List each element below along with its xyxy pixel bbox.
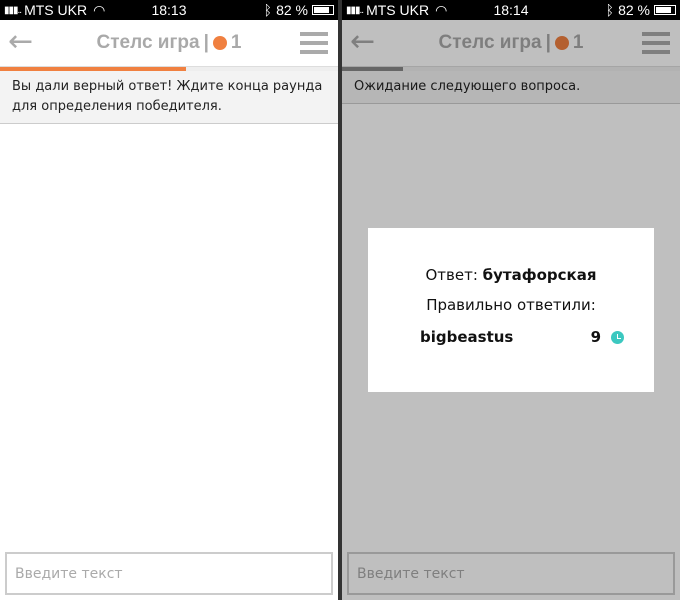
title-text: Стелс игра xyxy=(96,32,200,53)
status-bar: ▮▮▮.. MTS UKR ◠ 18:13 ᛒ 82 % xyxy=(0,0,338,20)
header: ← Стелс игра | 1 xyxy=(0,20,338,67)
menu-icon[interactable] xyxy=(300,32,328,59)
header: ← Стелс игра | 1 xyxy=(342,20,680,67)
correct-label: Правильно ответили: xyxy=(426,296,596,314)
page-title: Стелс игра | 1 xyxy=(97,32,242,54)
bluetooth-icon: ᛒ xyxy=(605,2,615,18)
player-score: 9 xyxy=(590,328,601,346)
text-input[interactable]: Введите текст xyxy=(347,552,675,595)
player-count: 1 xyxy=(230,32,242,53)
clock-icon xyxy=(611,330,624,344)
answer-value: бутафорская xyxy=(482,266,597,284)
wifi-icon: ◠ xyxy=(93,1,106,18)
battery-level: 82 % xyxy=(276,2,308,18)
player-dot-icon xyxy=(212,36,227,50)
bluetooth-icon: ᛒ xyxy=(263,2,273,18)
status-message: Вы дали верный ответ! Ждите конца раунда… xyxy=(0,71,338,124)
menu-icon[interactable] xyxy=(642,32,670,59)
round-result-dialog: Ответ: бутафорская Правильно ответили: b… xyxy=(368,228,654,392)
status-message: Ожидание следующего вопроса. xyxy=(342,71,680,104)
back-arrow-icon[interactable]: ← xyxy=(350,27,375,57)
round-progress xyxy=(0,67,338,71)
text-input[interactable]: Введите текст xyxy=(5,552,333,595)
player-count: 1 xyxy=(572,32,584,53)
battery-icon xyxy=(654,5,676,15)
player-row: bigbeastus 9 xyxy=(420,328,624,346)
screen-left: ▮▮▮.. MTS UKR ◠ 18:13 ᛒ 82 % ← Стелс игра… xyxy=(0,0,338,600)
title-text: Стелс игра xyxy=(438,32,542,53)
player-dot-icon xyxy=(554,36,569,50)
signal-icon: ▮▮▮.. xyxy=(346,4,364,16)
battery-level: 82 % xyxy=(618,2,650,18)
player-name: bigbeastus xyxy=(420,328,514,346)
screen-right: ▮▮▮.. MTS UKR ◠ 18:14 ᛒ 82 % ← Стелс игра… xyxy=(342,0,680,600)
battery-icon xyxy=(312,5,334,15)
carrier: MTS UKR xyxy=(24,2,88,18)
title-separator: | xyxy=(545,32,551,53)
signal-icon: ▮▮▮.. xyxy=(4,4,22,16)
back-arrow-icon[interactable]: ← xyxy=(8,27,33,57)
status-bar: ▮▮▮.. MTS UKR ◠ 18:14 ᛒ 82 % xyxy=(342,0,680,20)
wifi-icon: ◠ xyxy=(435,1,448,18)
title-separator: | xyxy=(203,32,209,53)
carrier: MTS UKR xyxy=(366,2,430,18)
round-progress xyxy=(342,67,680,71)
answer-label: Ответ: xyxy=(425,266,478,284)
page-title: Стелс игра | 1 xyxy=(439,32,584,54)
